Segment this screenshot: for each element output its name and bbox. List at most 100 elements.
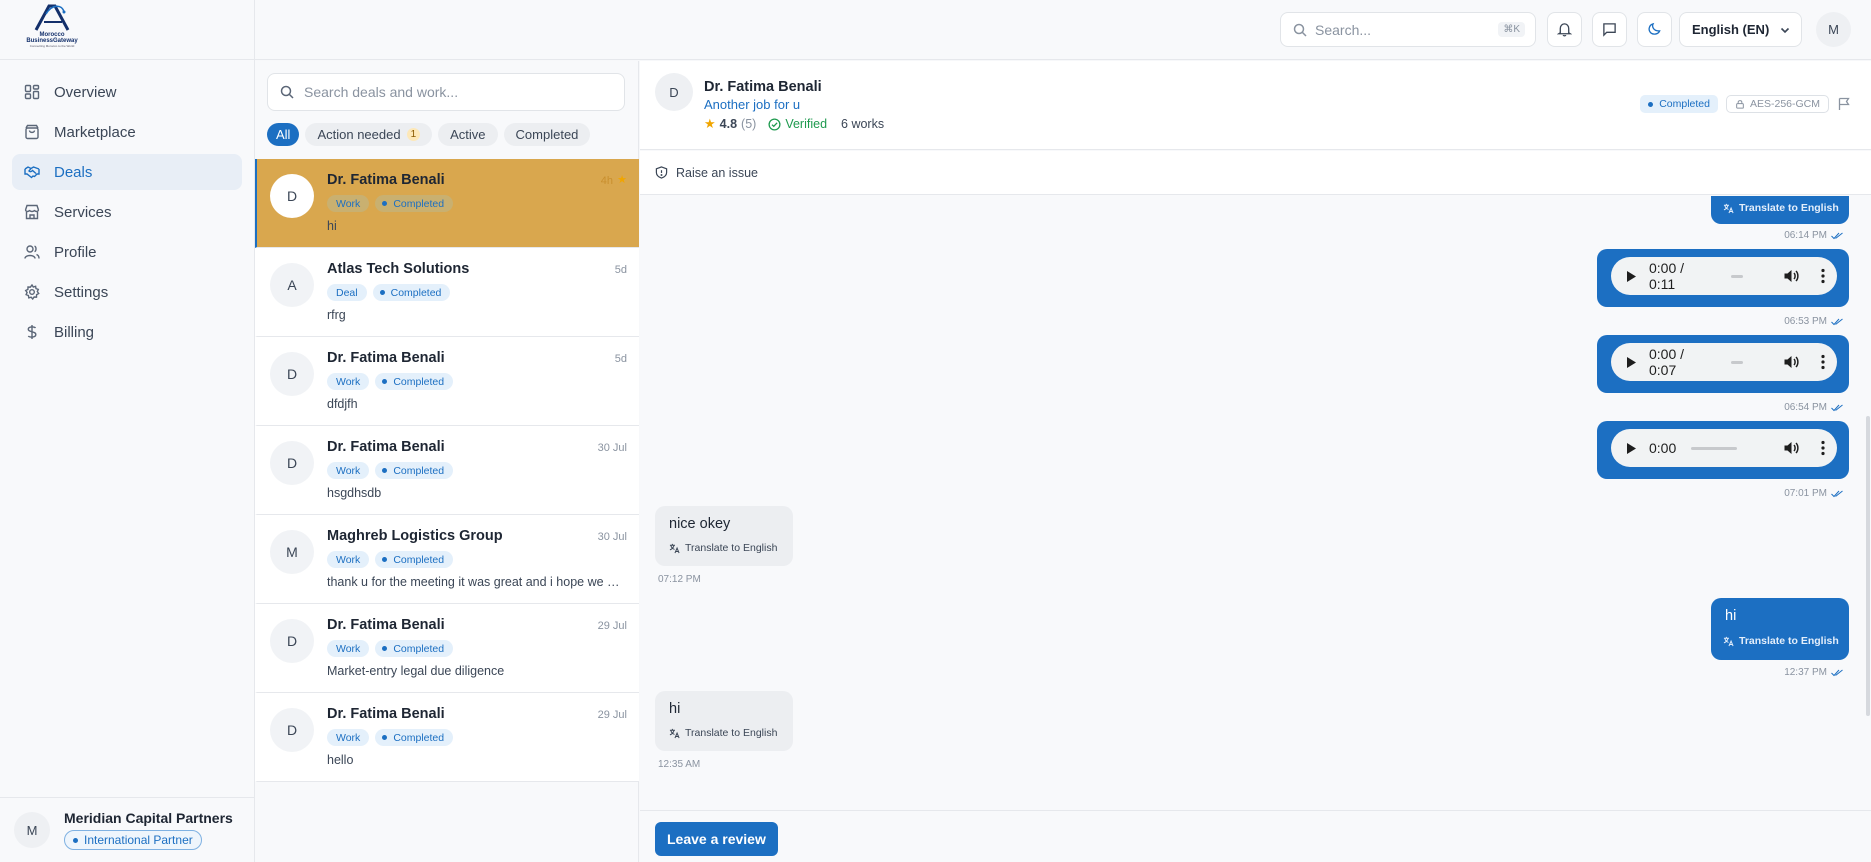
sidebar-item-marketplace[interactable]: Marketplace — [12, 114, 242, 150]
filter-completed[interactable]: Completed — [503, 123, 591, 146]
flag-icon[interactable] — [1837, 97, 1851, 111]
audio-message: 0:00 / 0:07 — [1597, 335, 1849, 393]
sidebar-item-label: Profile — [54, 243, 97, 261]
logo-tagline: Connecting Morocco to the World — [29, 44, 75, 48]
deal-item[interactable]: D Dr. Fatima Benali 5d Work Completed dfd… — [255, 337, 639, 426]
language-select[interactable]: English (EN) — [1679, 12, 1802, 47]
audio-time: 0:00 / 0:07 — [1649, 346, 1685, 378]
rating-count: (5) — [741, 117, 757, 131]
deal-name: Atlas Tech Solutions — [327, 261, 470, 277]
filter-action-needed[interactable]: Action needed 1 — [305, 123, 433, 146]
audio-player[interactable]: 0:00 — [1611, 429, 1837, 467]
play-icon[interactable] — [1626, 270, 1637, 283]
audio-player[interactable]: 0:00 / 0:11 — [1611, 257, 1837, 295]
filter-active[interactable]: Active — [438, 123, 498, 146]
deal-item[interactable]: D Dr. Fatima Benali 29 Jul Work Completed… — [255, 693, 639, 782]
deal-last-message: hello — [327, 753, 354, 767]
sidebar-item-label: Billing — [54, 323, 95, 341]
chevron-down-icon — [1780, 27, 1790, 34]
volume-icon[interactable] — [1783, 268, 1799, 284]
message-outgoing: hi Translate to English — [1711, 598, 1849, 660]
play-icon[interactable] — [1626, 356, 1637, 369]
chat-icon — [1603, 23, 1616, 37]
logo-mark-icon — [34, 4, 70, 31]
avatar: D — [270, 441, 314, 485]
deal-item[interactable]: D Dr. Fatima Benali 30 Jul Work Completed… — [255, 426, 639, 515]
sidebar-item-deals[interactable]: Deals — [12, 154, 242, 190]
audio-message: 0:00 — [1597, 421, 1849, 479]
deal-name: Dr. Fatima Benali — [327, 706, 445, 722]
translate-icon — [1723, 636, 1734, 646]
star-icon: ★ — [704, 116, 716, 131]
audio-progress[interactable] — [1691, 446, 1737, 450]
notifications-button[interactable] — [1547, 12, 1582, 47]
deal-item[interactable]: D Dr. Fatima Benali 4h ★ Work Completed h… — [255, 159, 639, 248]
deals-list: D Dr. Fatima Benali 4h ★ Work Completed h… — [255, 159, 639, 782]
deal-last-message: hsgdhsdb — [327, 486, 382, 500]
chat-job-title[interactable]: Another job for u — [704, 97, 800, 112]
deal-type-tag: Deal — [327, 284, 367, 301]
more-vertical-icon[interactable] — [1821, 440, 1825, 456]
sidebar: Morocco BusinessGateway Connecting Moroc… — [0, 0, 255, 862]
raise-issue-button[interactable]: Raise an issue — [640, 151, 1871, 195]
sidebar-user[interactable]: M Meridian Capital Partners Internationa… — [0, 797, 255, 862]
volume-icon[interactable] — [1783, 440, 1799, 456]
translate-button[interactable]: Translate to English — [1723, 202, 1839, 214]
double-check-icon — [1831, 404, 1843, 411]
deal-type-tag: Work — [327, 551, 370, 568]
audio-time: 0:00 / 0:11 — [1649, 260, 1685, 292]
more-vertical-icon[interactable] — [1821, 354, 1825, 370]
deal-time: 29 Jul — [597, 709, 627, 721]
logo[interactable]: Morocco BusinessGateway Connecting Moroc… — [0, 0, 254, 60]
filter-all[interactable]: All — [267, 123, 300, 146]
sidebar-item-settings[interactable]: Settings — [12, 274, 242, 310]
search-icon — [280, 85, 294, 99]
deals-search[interactable] — [267, 73, 625, 111]
global-search-input[interactable] — [1315, 21, 1475, 38]
user-avatar-button[interactable]: M — [1816, 12, 1851, 47]
audio-progress[interactable] — [1731, 274, 1743, 278]
translate-button[interactable]: Translate to English — [669, 542, 777, 554]
encryption-badge: AES-256-GCM — [1725, 95, 1829, 113]
play-icon[interactable] — [1626, 442, 1637, 455]
deal-item[interactable]: D Dr. Fatima Benali 29 Jul Work Completed… — [255, 604, 639, 693]
deal-item[interactable]: A Atlas Tech Solutions 5d Deal Completed … — [255, 248, 639, 337]
theme-toggle[interactable] — [1637, 12, 1672, 47]
translate-button[interactable]: Translate to English — [1723, 635, 1839, 647]
more-vertical-icon[interactable] — [1821, 268, 1825, 284]
handshake-icon — [24, 164, 40, 180]
volume-icon[interactable] — [1783, 354, 1799, 370]
deal-name: Dr. Fatima Benali — [327, 617, 445, 633]
status-badge: Completed — [375, 640, 454, 657]
sidebar-item-overview[interactable]: Overview — [12, 74, 242, 110]
sidebar-item-services[interactable]: Services — [12, 194, 242, 230]
chat-contact-name[interactable]: Dr. Fatima Benali — [704, 79, 822, 95]
message-incoming: hi Translate to English — [655, 691, 793, 751]
status-badge: Completed — [375, 373, 454, 390]
deals-search-input[interactable] — [304, 84, 604, 100]
message-text: hi — [1725, 608, 1737, 624]
sidebar-item-billing[interactable]: Billing — [12, 314, 242, 350]
grid-icon — [24, 84, 40, 100]
audio-progress[interactable] — [1731, 360, 1743, 364]
deal-name: Dr. Fatima Benali — [327, 439, 445, 455]
deal-time: 30 Jul — [597, 531, 627, 543]
translate-button[interactable]: Translate to English — [669, 727, 777, 739]
messages-button[interactable] — [1592, 12, 1627, 47]
search-icon — [1293, 23, 1307, 37]
user-role-badge: International Partner — [64, 830, 202, 850]
leave-review-button[interactable]: Leave a review — [655, 822, 778, 856]
status-badge: Completed — [1640, 95, 1718, 113]
message-scrollbar[interactable] — [1863, 196, 1871, 810]
bell-icon — [1557, 23, 1572, 37]
sidebar-item-label: Settings — [54, 283, 109, 301]
message-time: 12:37 PM — [1784, 667, 1843, 678]
deal-time: 5d — [614, 264, 627, 276]
sidebar-item-profile[interactable]: Profile — [12, 234, 242, 270]
audio-time: 0:00 — [1649, 440, 1677, 456]
audio-player[interactable]: 0:00 / 0:07 — [1611, 343, 1837, 381]
deal-item[interactable]: M Maghreb Logistics Group 30 Jul Work Com… — [255, 515, 639, 604]
global-search[interactable]: ⌘K — [1280, 12, 1536, 47]
audio-message: 0:00 / 0:11 — [1597, 249, 1849, 307]
deal-filters: All Action needed 1 Active Completed — [267, 123, 596, 146]
